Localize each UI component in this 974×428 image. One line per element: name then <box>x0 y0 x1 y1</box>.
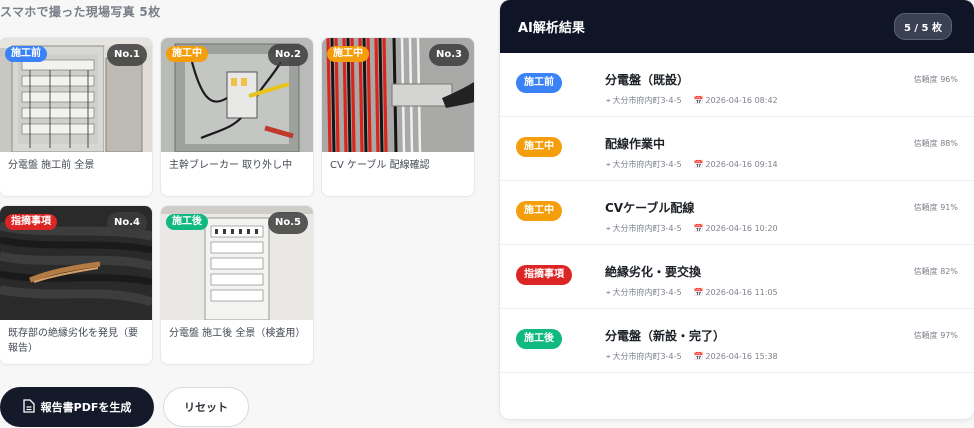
result-row[interactable]: 施工中 配線作業中 ⌖ 大分市府内町3-4-5 📅 2026-04-16 09:… <box>500 117 974 181</box>
photo-number-badge: No.2 <box>268 44 308 66</box>
confidence-score: 信頼度 88% <box>913 139 958 148</box>
location-pin-icon: ⌖ <box>606 351 611 361</box>
result-title: CVケーブル配線 <box>605 201 695 215</box>
photo-thumbnail: 指摘事項 No.4 <box>0 206 152 320</box>
calendar-icon: 📅 <box>693 160 704 169</box>
result-row[interactable]: 指摘事項 絶縁劣化・要交換 ⌖ 大分市府内町3-4-5 📅 2026-04-16… <box>500 245 974 309</box>
result-row[interactable]: 施工後 分電盤（新設・完了） ⌖ 大分市府内町3-4-5 📅 2026-04-1… <box>500 309 974 373</box>
calendar-icon: 📅 <box>693 224 704 233</box>
status-badge: 施工中 <box>516 137 562 157</box>
result-location: 大分市府内町3-4-5 <box>612 288 682 297</box>
confidence-score: 信頼度 82% <box>913 267 958 276</box>
photo-thumbnail: 施工後 No.5 <box>161 206 313 320</box>
photo-caption: 分電盤 施工前 全景 <box>8 160 95 171</box>
result-meta: ⌖ 大分市府内町3-4-5 📅 2026-04-16 09:14 <box>606 159 778 170</box>
result-location: 大分市府内町3-4-5 <box>612 352 682 361</box>
status-badge: 施工中 <box>516 201 562 221</box>
photo-card[interactable]: 施工中 No.3 CV ケーブル 配線確認 <box>322 38 474 196</box>
result-datetime: 2026-04-16 08:42 <box>705 96 778 105</box>
calendar-icon: 📅 <box>693 96 704 105</box>
photo-card[interactable]: 施工前 No.1 分電盤 施工前 全景 <box>0 38 152 196</box>
photo-caption: 分電盤 施工後 全景（検査用） <box>169 328 306 339</box>
result-title: 絶縁劣化・要交換 <box>605 265 702 279</box>
location-pin-icon: ⌖ <box>606 95 611 105</box>
location-pin-icon: ⌖ <box>606 159 611 169</box>
calendar-icon: 📅 <box>693 352 704 361</box>
generate-pdf-label: 報告書PDFを生成 <box>40 401 132 414</box>
result-location: 大分市府内町3-4-5 <box>612 96 682 105</box>
status-badge: 施工中 <box>166 46 208 62</box>
result-title: 分電盤（既設） <box>605 73 690 87</box>
result-datetime: 2026-04-16 10:20 <box>705 224 778 233</box>
location-pin-icon: ⌖ <box>606 287 611 297</box>
ai-results-panel: AI解析結果 5 / 5 枚 施工前 分電盤（既設） ⌖ 大分市府内町3-4-5… <box>500 0 974 419</box>
result-meta: ⌖ 大分市府内町3-4-5 📅 2026-04-16 08:42 <box>606 95 778 106</box>
document-icon <box>22 398 35 416</box>
result-datetime: 2026-04-16 09:14 <box>705 160 778 169</box>
result-title: 分電盤（新設・完了） <box>605 329 726 343</box>
panel-title: AI解析結果 <box>518 21 585 36</box>
status-badge: 施工前 <box>516 73 562 93</box>
result-meta: ⌖ 大分市府内町3-4-5 📅 2026-04-16 10:20 <box>606 223 778 234</box>
photo-card[interactable]: 指摘事項 No.4 既存部の絶縁劣化を発見（要報告） <box>0 206 152 364</box>
generate-pdf-button[interactable]: 報告書PDFを生成 <box>0 387 154 427</box>
result-meta: ⌖ 大分市府内町3-4-5 📅 2026-04-16 15:38 <box>606 351 778 362</box>
status-badge: 施工後 <box>166 214 208 230</box>
photo-caption: CV ケーブル 配線確認 <box>330 160 430 171</box>
photo-number-badge: No.4 <box>107 212 147 234</box>
photo-card[interactable]: 施工後 No.5 分電盤 施工後 全景（検査用） <box>161 206 313 364</box>
result-datetime: 2026-04-16 15:38 <box>705 352 778 361</box>
photo-number-badge: No.1 <box>107 44 147 66</box>
calendar-icon: 📅 <box>693 288 704 297</box>
result-row[interactable]: 施工中 CVケーブル配線 ⌖ 大分市府内町3-4-5 📅 2026-04-16 … <box>500 181 974 245</box>
confidence-score: 信頼度 91% <box>913 203 958 212</box>
status-badge: 施工後 <box>516 329 562 349</box>
photo-thumbnail: 施工中 No.2 <box>161 38 313 152</box>
gallery-title: スマホで撮った現場写真 5枚 <box>0 5 161 19</box>
photo-number-badge: No.5 <box>268 212 308 234</box>
photo-number-badge: No.3 <box>429 44 469 66</box>
status-badge: 指摘事項 <box>516 265 572 285</box>
status-badge: 指摘事項 <box>5 214 57 230</box>
result-location: 大分市府内町3-4-5 <box>612 224 682 233</box>
result-row[interactable]: 施工前 分電盤（既設） ⌖ 大分市府内町3-4-5 📅 2026-04-16 0… <box>500 53 974 117</box>
photo-caption: 主幹ブレーカー 取り外し中 <box>169 160 293 171</box>
result-counter-badge: 5 / 5 枚 <box>893 13 952 40</box>
panel-header: AI解析結果 5 / 5 枚 <box>500 0 974 53</box>
result-datetime: 2026-04-16 11:05 <box>705 288 778 297</box>
confidence-score: 信頼度 97% <box>913 331 958 340</box>
result-meta: ⌖ 大分市府内町3-4-5 📅 2026-04-16 11:05 <box>606 287 778 298</box>
photo-card[interactable]: 施工中 No.2 主幹ブレーカー 取り外し中 <box>161 38 313 196</box>
location-pin-icon: ⌖ <box>606 223 611 233</box>
photo-thumbnail: 施工前 No.1 <box>0 38 152 152</box>
photo-caption: 既存部の絶縁劣化を発見（要報告） <box>8 328 138 354</box>
status-badge: 施工中 <box>327 46 369 62</box>
confidence-score: 信頼度 96% <box>913 75 958 84</box>
reset-button[interactable]: リセット <box>163 387 249 427</box>
status-badge: 施工前 <box>5 46 47 62</box>
photo-thumbnail: 施工中 No.3 <box>322 38 474 152</box>
result-title: 配線作業中 <box>605 137 666 151</box>
result-location: 大分市府内町3-4-5 <box>612 160 682 169</box>
